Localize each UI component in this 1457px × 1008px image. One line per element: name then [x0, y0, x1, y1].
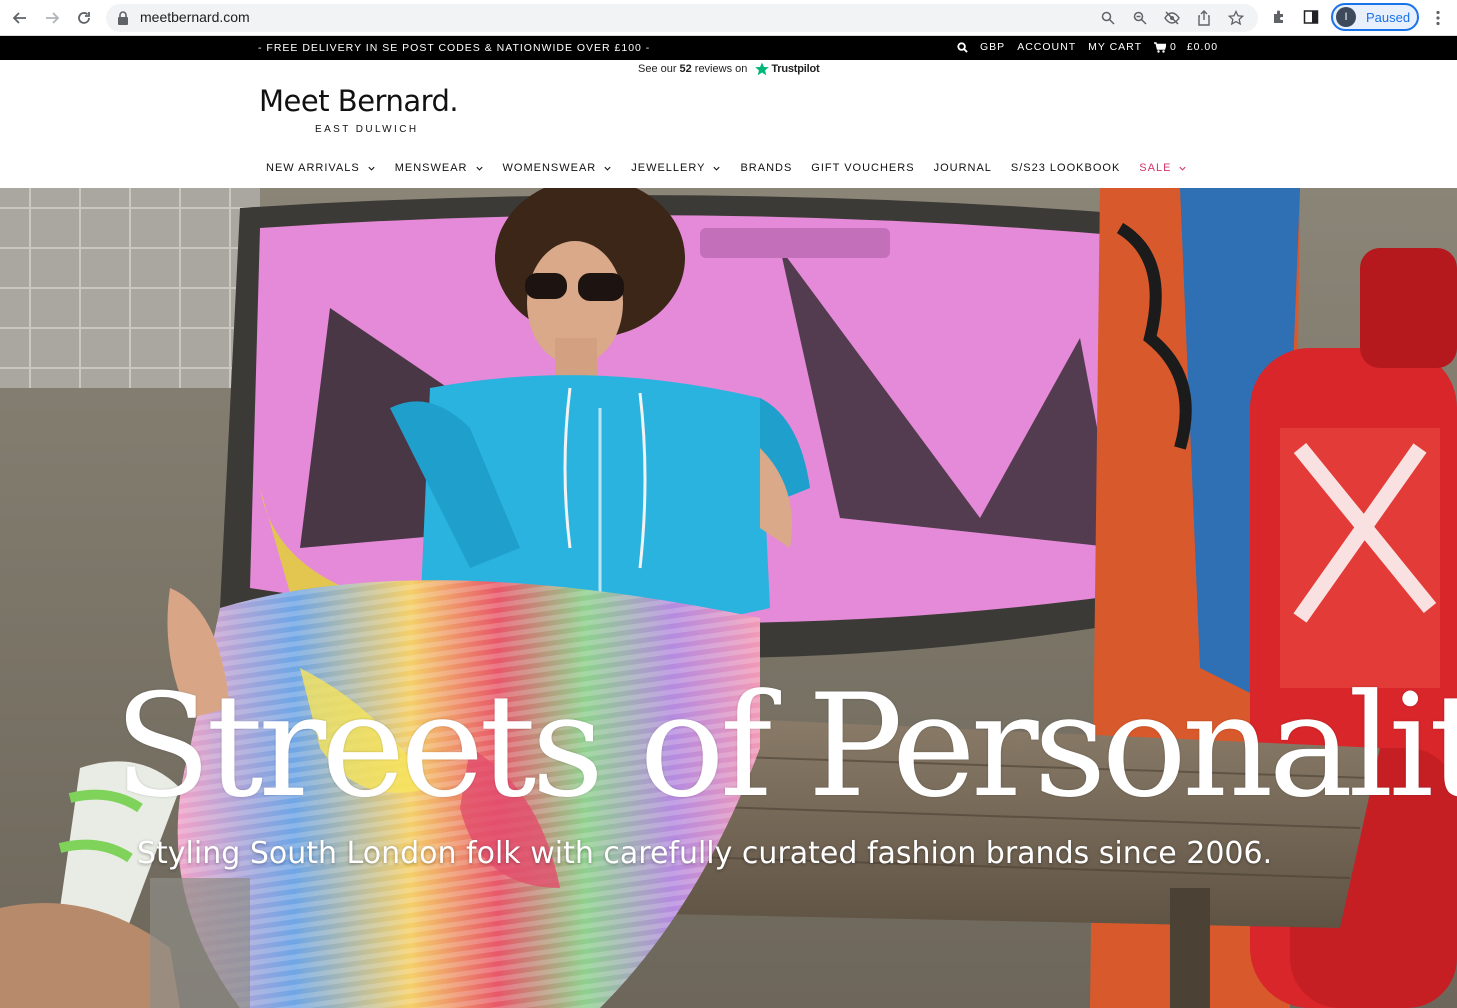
trustpilot-widget[interactable]: See our 52 reviews on Trustpilot: [638, 62, 820, 76]
nav-journal[interactable]: JOURNAL: [934, 162, 992, 174]
my-cart-link[interactable]: MY CART: [1088, 41, 1142, 53]
trustpilot-suffix: reviews on: [694, 63, 748, 75]
hero-subtitle: Styling South London folk with carefully…: [137, 836, 1273, 871]
hero-image: [0, 188, 1457, 1008]
nav-brands[interactable]: BRANDS: [740, 162, 792, 174]
avatar: I: [1336, 7, 1356, 27]
chevron-down-icon: [368, 166, 375, 171]
review-count: 52: [679, 63, 692, 75]
account-link[interactable]: ACCOUNT: [1017, 41, 1076, 53]
profile-button[interactable]: I Paused: [1331, 3, 1419, 31]
search-icon[interactable]: [957, 41, 968, 53]
trustpilot-star-icon: [755, 62, 770, 76]
nav-label: NEW ARRIVALS: [266, 162, 360, 174]
reload-icon[interactable]: [72, 6, 96, 30]
cart-icon: [1153, 41, 1166, 53]
cart-total: £0.00: [1186, 41, 1219, 53]
eye-off-icon[interactable]: [1162, 8, 1182, 28]
cart-summary[interactable]: 0 £0.00: [1153, 41, 1219, 53]
logo-name: Meet Bernard.: [259, 84, 459, 118]
browser-toolbar: meetbernard.com I Paused: [0, 0, 1457, 36]
chevron-down-icon: [713, 166, 721, 171]
announcement-bar: - FREE DELIVERY IN SE POST CODES & NATIO…: [0, 36, 1457, 60]
back-icon[interactable]: [8, 6, 32, 30]
cart-count: 0: [1169, 41, 1177, 53]
promo-text: - FREE DELIVERY IN SE POST CODES & NATIO…: [258, 42, 651, 54]
logo-location: EAST DULWICH: [315, 124, 419, 135]
nav-menswear[interactable]: MENSWEAR: [395, 162, 484, 174]
nav-label: MENSWEAR: [394, 162, 468, 174]
search-icon[interactable]: [1098, 8, 1118, 28]
profile-status: Paused: [1366, 9, 1411, 25]
nav-label: SALE: [1139, 162, 1172, 174]
nav-label: JEWELLERY: [631, 162, 706, 174]
forward-icon[interactable]: [40, 6, 64, 30]
extensions-icon[interactable]: [1268, 6, 1290, 28]
chevron-down-icon: [475, 166, 483, 171]
kebab-icon[interactable]: [1428, 7, 1448, 29]
chevron-down-icon: [1179, 166, 1187, 171]
main-nav: NEW ARRIVALS MENSWEAR WOMENSWEAR JEWELLE…: [266, 162, 1206, 174]
zoom-icon[interactable]: [1130, 8, 1150, 28]
nav-label: WOMENSWEAR: [502, 162, 597, 174]
address-bar[interactable]: meetbernard.com: [106, 4, 1258, 32]
sidepanel-icon[interactable]: [1300, 6, 1322, 28]
chevron-down-icon: [604, 166, 611, 171]
hero-title: Streets of Personality: [114, 664, 1457, 829]
currency-selector[interactable]: GBP: [980, 41, 1005, 53]
lock-icon[interactable]: [116, 10, 132, 26]
nav-gift-vouchers[interactable]: GIFT VOUCHERS: [811, 162, 914, 174]
nav-sale[interactable]: SALE: [1139, 162, 1187, 174]
nav-lookbook[interactable]: S/S23 LOOKBOOK: [1011, 162, 1120, 174]
nav-womenswear[interactable]: WOMENSWEAR: [503, 162, 613, 174]
url-text[interactable]: meetbernard.com: [140, 9, 250, 25]
trustpilot-brand: Trustpilot: [771, 63, 820, 75]
trustpilot-prefix: See our: [638, 63, 677, 75]
nav-new-arrivals[interactable]: NEW ARRIVALS: [266, 162, 376, 174]
star-icon[interactable]: [1226, 8, 1246, 28]
site-logo[interactable]: Meet Bernard. EAST DULWICH: [259, 84, 459, 135]
nav-jewellery[interactable]: JEWELLERY: [631, 162, 721, 174]
share-icon[interactable]: [1194, 8, 1214, 28]
hero-banner[interactable]: Streets of Personality Styling South Lon…: [0, 188, 1457, 1008]
